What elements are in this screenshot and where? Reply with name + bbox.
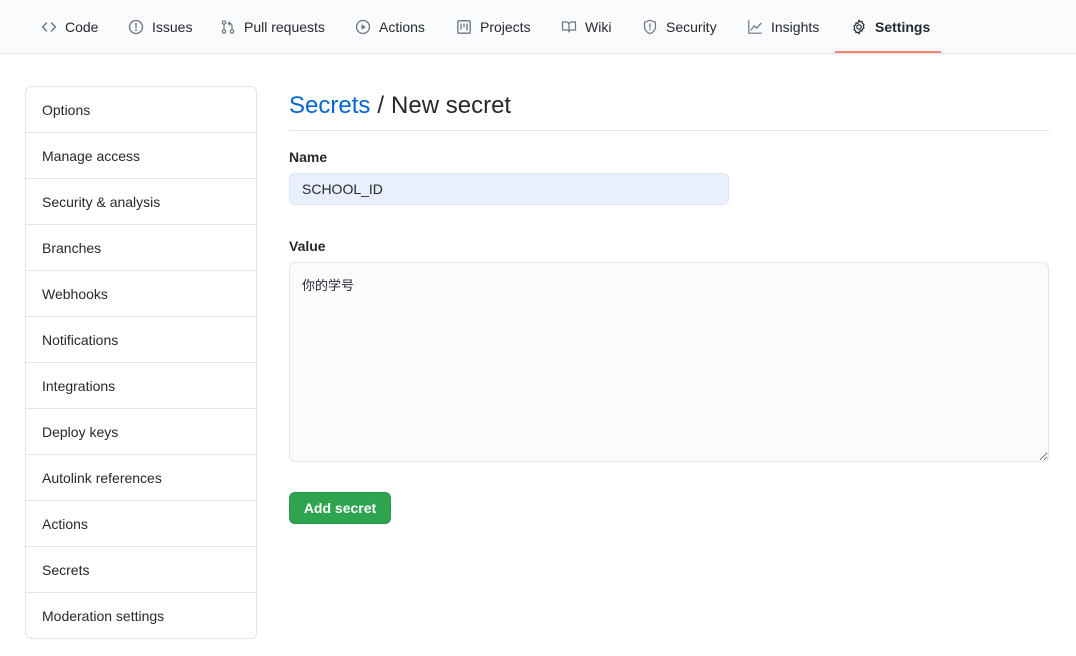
tab-label: Pull requests [244,19,325,35]
repo-tab-nav: Code Issues Pull requests Actions Projec… [0,0,1076,54]
secret-value-textarea[interactable]: 你的学号 [289,262,1049,462]
tab-security[interactable]: Security [642,0,717,54]
tab-settings[interactable]: Settings [851,0,930,54]
sidebar-item-label: Manage access [42,147,141,164]
sidebar-item-integrations[interactable]: Integrations [26,362,256,408]
code-icon [41,19,57,35]
tab-label: Wiki [585,19,612,35]
tab-wiki[interactable]: Wiki [561,0,611,54]
tab-projects[interactable]: Projects [456,0,531,54]
tab-code[interactable]: Code [41,0,98,54]
add-secret-button[interactable]: Add secret [289,492,391,524]
page-title: Secrets / New secret [289,86,1049,131]
sidebar-item-label: Integrations [42,377,116,394]
sidebar-item-secrets[interactable]: Secrets [26,546,256,592]
breadcrumb-separator: / [377,92,385,119]
sidebar-item-security-analysis[interactable]: Security & analysis [26,178,256,224]
sidebar-item-label: Options [42,101,91,118]
sidebar-item-actions[interactable]: Actions [26,500,256,546]
sidebar-item-webhooks[interactable]: Webhooks [26,270,256,316]
play-icon [355,19,371,35]
tab-label: Settings [875,19,931,35]
breadcrumb-secrets-link[interactable]: Secrets [289,92,370,120]
book-icon [561,19,577,35]
tab-label: Security [666,19,717,35]
sidebar-item-label: Secrets [42,561,90,578]
value-field-label: Value [289,238,326,254]
selected-tab-underline [835,51,941,53]
sidebar-item-branches[interactable]: Branches [26,224,256,270]
sidebar-item-options[interactable]: Options [26,87,256,132]
sidebar-item-label: Notifications [42,331,119,348]
git-pull-request-icon [220,19,236,35]
sidebar-item-moderation-settings[interactable]: Moderation settings [26,592,256,638]
sidebar-item-manage-access[interactable]: Manage access [26,132,256,178]
tab-insights[interactable]: Insights [747,0,819,54]
sidebar-item-label: Moderation settings [42,607,165,624]
tab-label: Projects [480,19,531,35]
name-field-label: Name [289,149,328,165]
page-title-text: New secret [391,92,512,119]
sidebar-item-deploy-keys[interactable]: Deploy keys [26,408,256,454]
sidebar-item-label: Branches [42,239,102,256]
project-icon [456,19,472,35]
tab-label: Actions [379,19,425,35]
sidebar-item-label: Actions [42,515,88,532]
tab-actions[interactable]: Actions [355,0,425,54]
sidebar-item-autolink-references[interactable]: Autolink references [26,454,256,500]
sidebar-item-notifications[interactable]: Notifications [26,316,256,362]
new-secret-form: Secrets / New secret Name Value 你的学号 Add… [289,86,1049,524]
gear-icon [851,19,867,35]
sidebar-item-label: Autolink references [42,469,162,486]
tab-pull-requests[interactable]: Pull requests [220,0,325,54]
tab-label: Insights [771,19,820,35]
tab-issues[interactable]: Issues [128,0,192,54]
settings-sidebar: Options Manage access Security & analysi… [25,86,257,639]
sidebar-item-label: Deploy keys [42,423,119,440]
graph-icon [747,19,763,35]
issue-opened-icon [128,19,144,35]
secret-name-input[interactable] [289,173,729,205]
shield-icon [642,19,658,35]
sidebar-item-label: Security & analysis [42,193,161,210]
sidebar-item-label: Webhooks [42,285,108,302]
tab-label: Code [65,19,99,35]
tab-label: Issues [152,19,193,35]
